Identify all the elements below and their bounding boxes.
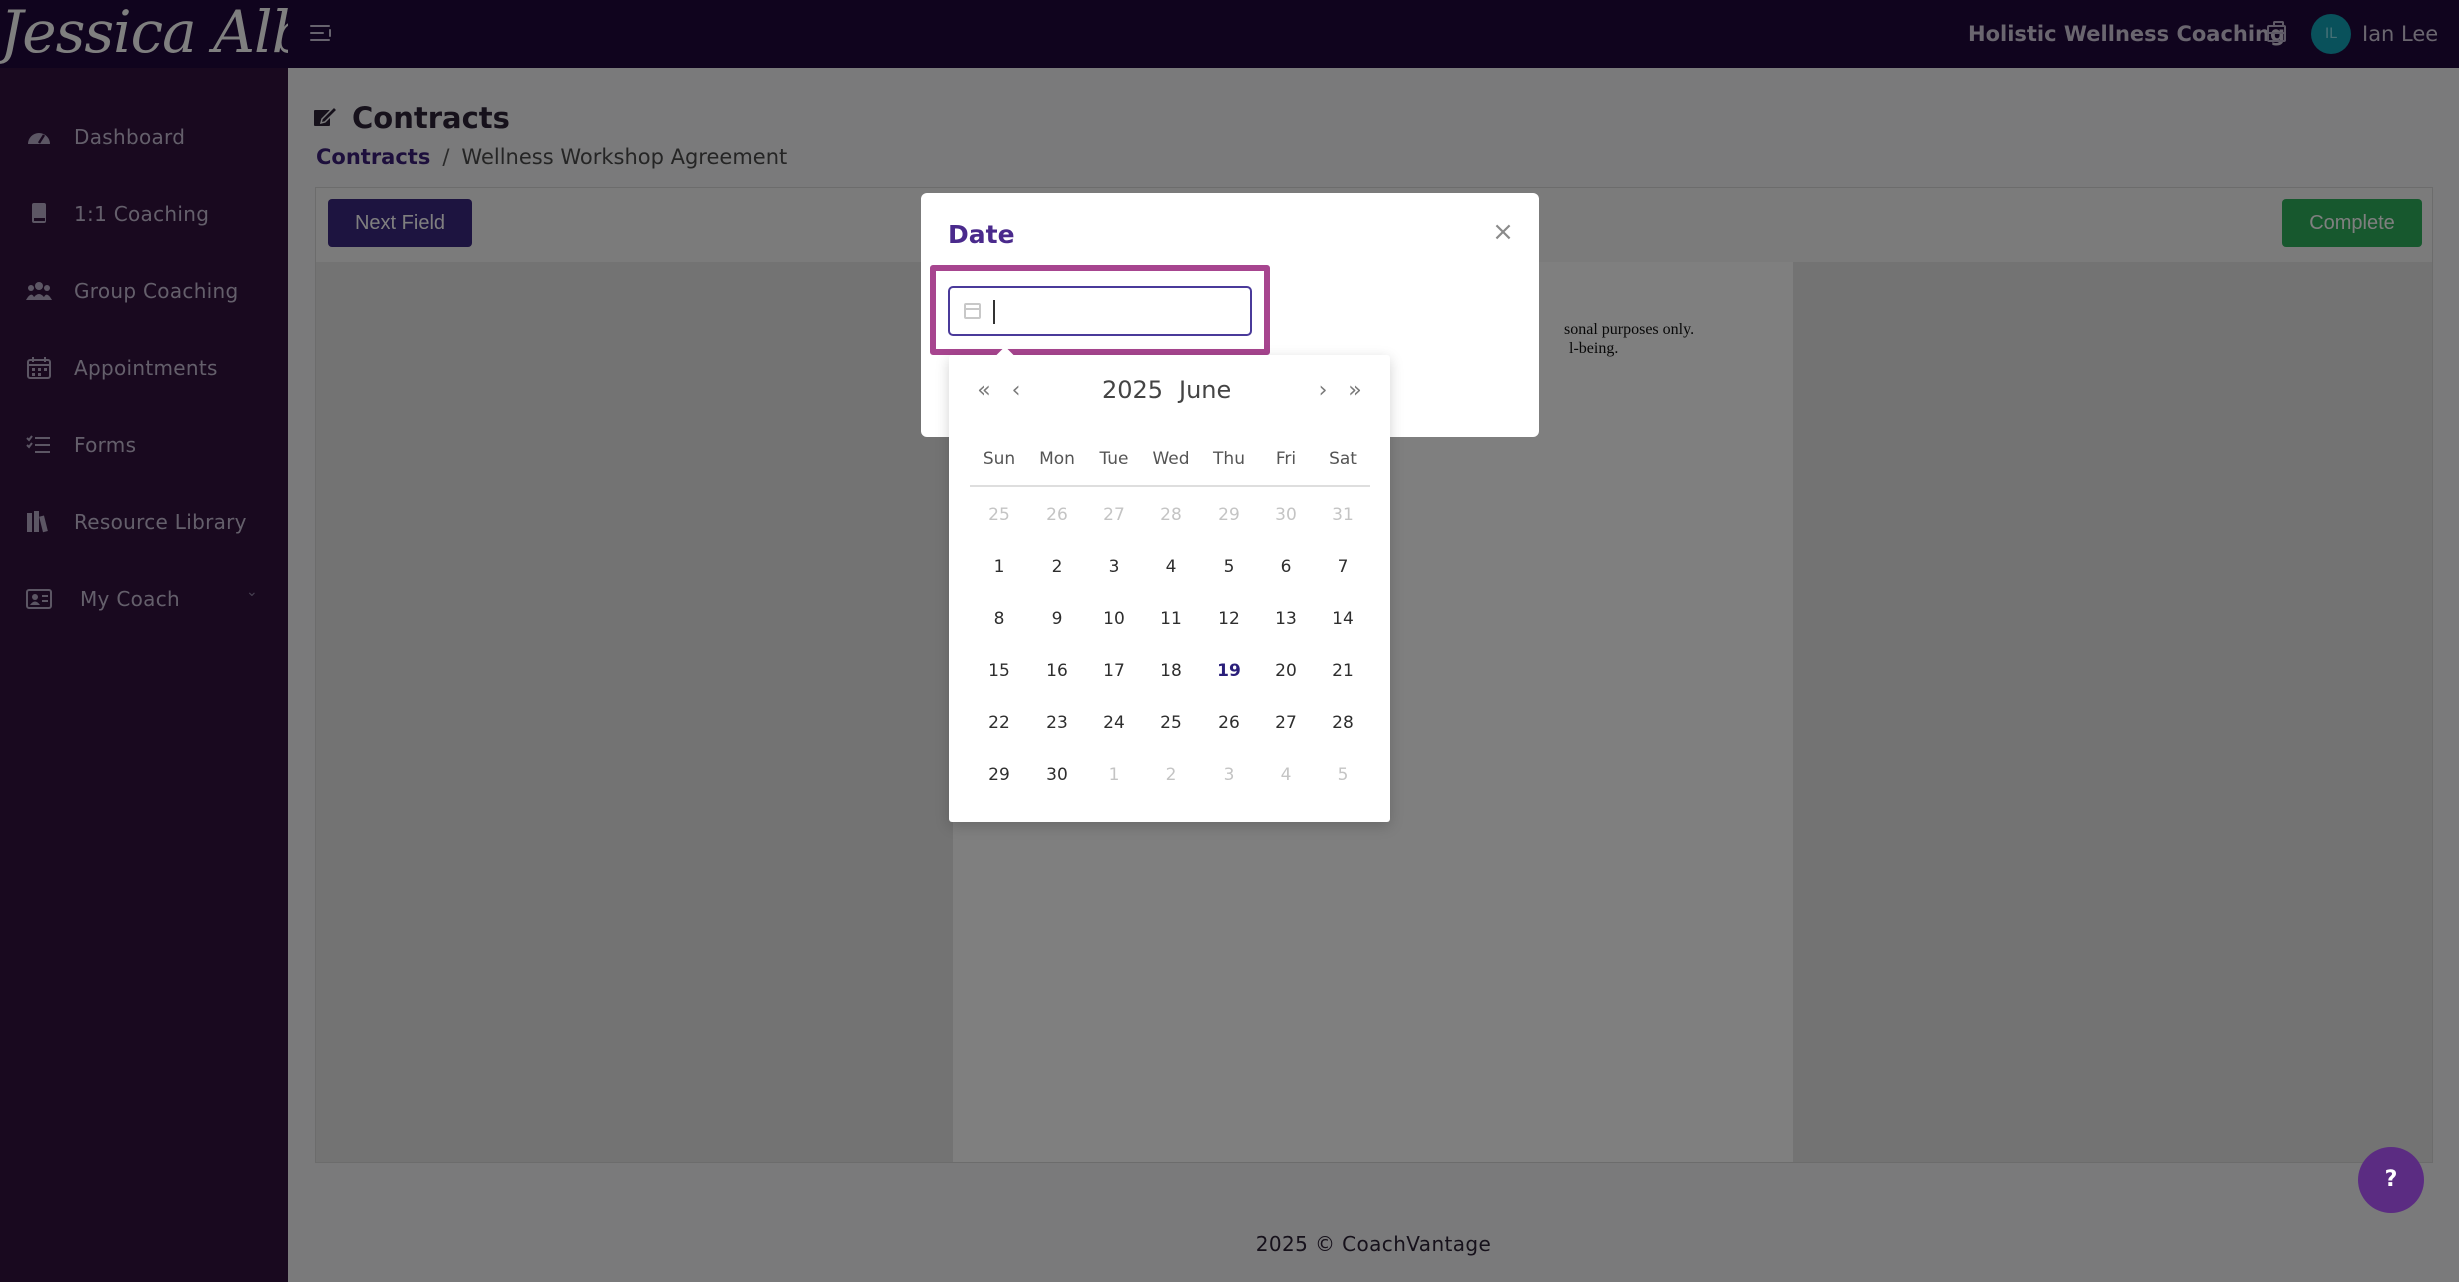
calendar-day[interactable]: 12 [1207,601,1251,637]
modal-title: Date [948,220,1015,249]
calendar-day[interactable]: 27 [1092,497,1136,533]
calendar-day[interactable]: 26 [1207,705,1251,741]
calendar-day[interactable]: 31 [1321,497,1365,533]
weekday-label: Thu [1213,449,1245,469]
calendar-day[interactable]: 15 [977,653,1021,689]
date-picker-dropdown: « ‹ 2025 June › » Sun Mon Tue Wed Thu Fr… [949,346,1390,822]
date-field[interactable] [948,286,1252,336]
calendar-day[interactable]: 2 [1035,549,1079,585]
calendar-day[interactable]: 1 [977,549,1021,585]
calendar-day[interactable]: 18 [1149,653,1193,689]
calendar-day[interactable]: 10 [1092,601,1136,637]
calendar-day[interactable]: 8 [977,601,1021,637]
calendar-day[interactable]: 22 [977,705,1021,741]
calendar-day[interactable]: 16 [1035,653,1079,689]
calendar-day[interactable]: 7 [1321,549,1365,585]
calendar-icon [964,303,981,319]
calendar-day[interactable]: 23 [1035,705,1079,741]
next-month-icon[interactable]: › [1309,377,1337,405]
help-button[interactable]: ? [2358,1147,2424,1213]
calendar-day[interactable]: 25 [1149,705,1193,741]
calendar-day[interactable]: 9 [1035,601,1079,637]
weekday-label: Wed [1152,449,1190,469]
weekday-label: Fri [1275,449,1297,469]
calendar-day[interactable]: 5 [1321,757,1365,793]
calendar-day[interactable]: 28 [1321,705,1365,741]
calendar-day[interactable]: 30 [1035,757,1079,793]
calendar-day[interactable]: 14 [1321,601,1365,637]
next-year-icon[interactable]: » [1341,377,1369,405]
calendar-day[interactable]: 11 [1149,601,1193,637]
calendar-day[interactable]: 24 [1092,705,1136,741]
calendar-day[interactable]: 25 [977,497,1021,533]
picker-month[interactable]: June [1179,374,1231,406]
calendar-day[interactable]: 29 [1207,497,1251,533]
calendar-day[interactable]: 28 [1149,497,1193,533]
calendar-day[interactable]: 29 [977,757,1021,793]
calendar-day[interactable]: 30 [1264,497,1308,533]
calendar-day[interactable]: 4 [1264,757,1308,793]
weekday-label: Mon [1039,449,1075,469]
calendar-day[interactable]: 1 [1092,757,1136,793]
calendar-day[interactable]: 2 [1149,757,1193,793]
calendar-day[interactable]: 4 [1149,549,1193,585]
prev-month-icon[interactable]: ‹ [1002,377,1030,405]
calendar-day[interactable]: 3 [1092,549,1136,585]
calendar-day[interactable]: 3 [1207,757,1251,793]
text-cursor [993,300,995,324]
prev-year-icon[interactable]: « [970,377,998,405]
picker-year[interactable]: 2025 [1102,374,1163,406]
calendar-day[interactable]: 13 [1264,601,1308,637]
weekday-header: Sun Mon Tue Wed Thu Fri Sat [949,447,1390,471]
calendar-day[interactable]: 17 [1092,653,1136,689]
calendar-day[interactable]: 5 [1207,549,1251,585]
calendar-day-today[interactable]: 19 [1207,653,1251,689]
weekday-label: Sun [982,449,1016,469]
picker-divider [970,485,1370,487]
calendar-day[interactable]: 6 [1264,549,1308,585]
calendar-day[interactable]: 21 [1321,653,1365,689]
weekday-label: Tue [1099,449,1129,469]
calendar-day[interactable]: 20 [1264,653,1308,689]
weekday-label: Sat [1329,449,1357,469]
date-input[interactable] [992,296,1242,328]
close-icon[interactable]: × [1488,217,1518,247]
calendar-day[interactable]: 26 [1035,497,1079,533]
calendar-day[interactable]: 27 [1264,705,1308,741]
